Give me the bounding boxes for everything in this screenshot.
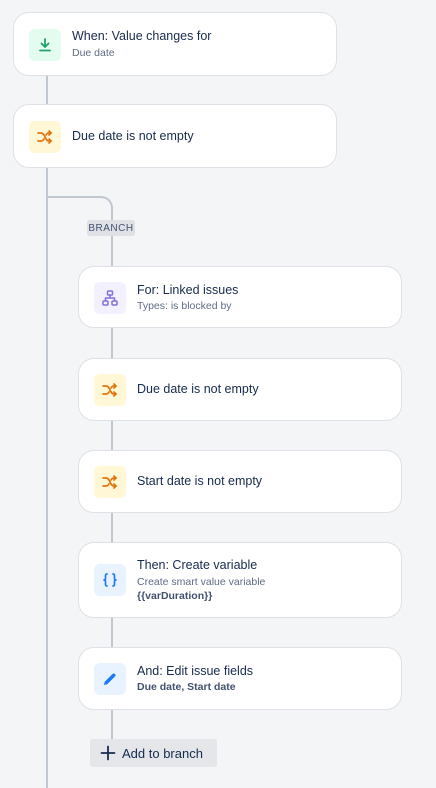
branch-due-condition-card[interactable]: Due date is not empty	[78, 358, 402, 421]
branch-create-variable-card[interactable]: Then: Create variable Create smart value…	[78, 542, 402, 618]
branch-create-variable-subtitle: Create smart value variable	[137, 576, 266, 588]
shuffle-icon	[29, 121, 61, 153]
connector-branch-badge	[111, 236, 113, 267]
branch-start-condition-card[interactable]: Start date is not empty	[78, 450, 402, 513]
connector-branch-1	[111, 327, 113, 359]
condition-title: Due date is not empty	[72, 129, 194, 143]
connector-branch-3	[111, 512, 113, 543]
connector-main-trunk	[46, 167, 48, 788]
add-to-branch-label: Add to branch	[122, 745, 203, 761]
branch-for-card[interactable]: For: Linked issues Types: is blocked by	[78, 266, 402, 328]
trigger-card[interactable]: When: Value changes for Due date	[13, 12, 337, 76]
branch-edit-fields-detail: Due date, Start date	[137, 681, 236, 693]
branch-edit-fields-title: And: Edit issue fields	[137, 664, 254, 678]
branch-for-subtitle: Types: is blocked by	[137, 300, 232, 312]
download-icon	[29, 29, 61, 61]
add-to-branch-button[interactable]: Add to branch	[90, 739, 217, 767]
branch-create-variable-detail: {{varDuration}}	[137, 590, 213, 602]
trigger-subtitle: Due date	[72, 47, 115, 59]
branch-badge: BRANCH	[87, 220, 135, 236]
branch-create-variable-title: Then: Create variable	[137, 558, 258, 572]
branch-start-condition-title: Start date is not empty	[137, 474, 263, 488]
branch-edit-fields-card[interactable]: And: Edit issue fields Due date, Start d…	[78, 647, 402, 710]
pencil-icon	[94, 663, 126, 695]
connector-branch-2	[111, 420, 113, 451]
connector-branch-4	[111, 617, 113, 648]
plus-icon	[100, 745, 116, 761]
trigger-title: When: Value changes for	[72, 29, 212, 43]
shuffle-icon	[94, 466, 126, 498]
shuffle-icon	[94, 374, 126, 406]
connector-branch-curve	[90, 196, 113, 220]
hierarchy-icon	[94, 282, 126, 314]
connector-trigger-condition	[46, 75, 48, 105]
connector-branch-5	[111, 709, 113, 739]
branch-due-condition-title: Due date is not empty	[137, 382, 259, 396]
braces-icon	[94, 564, 126, 596]
branch-for-title: For: Linked issues	[137, 283, 239, 297]
condition-card[interactable]: Due date is not empty	[13, 104, 337, 168]
